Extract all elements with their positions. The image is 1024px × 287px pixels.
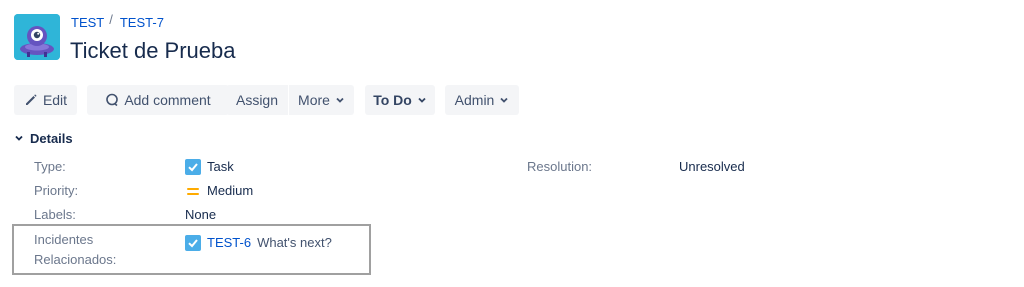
priority-medium-icon [185,183,201,199]
add-comment-button-label: Add comment [124,92,211,108]
task-icon [185,159,201,175]
linked-issue-summary-link[interactable]: What's next? [257,233,332,253]
linked-issues-label-line2: Relacionados: [34,252,117,267]
more-button-label: More [298,92,330,108]
chevron-down-icon [335,95,345,105]
task-icon [185,235,201,251]
status-transition-button[interactable]: To Do [365,85,435,115]
comment-icon [105,93,119,107]
breadcrumb-separator: / [109,12,113,27]
status-button-label: To Do [373,92,412,108]
admin-button[interactable]: Admin [445,85,519,115]
project-avatar [14,14,60,60]
linked-issue-item: TEST-6 What's next? [185,233,332,253]
details-section-toggle[interactable]: Details [14,131,73,146]
linked-issue-key-link[interactable]: TEST-6 [207,233,251,253]
labels-label: Labels: [34,207,76,222]
priority-value: Medium [185,181,253,201]
labels-value: None [185,207,217,222]
edit-button[interactable]: Edit [14,85,77,115]
admin-button-label: Admin [454,92,495,108]
breadcrumb: TEST / TEST-7 [71,12,164,31]
more-button[interactable]: More [289,85,354,115]
edit-button-label: Edit [42,92,68,108]
priority-value-text: Medium [207,183,254,198]
type-value-text: Task [207,159,234,174]
resolution-value: Unresolved [679,159,745,174]
page-title: Ticket de Prueba [70,38,236,63]
chevron-down-icon [14,131,24,146]
breadcrumb-project-link[interactable]: TEST [71,15,104,31]
chevron-down-icon [417,95,427,105]
linked-issues-label-line1: Incidentes [34,232,94,247]
breadcrumb-issue-link[interactable]: TEST-7 [120,15,164,31]
chevron-down-icon [499,95,509,105]
type-label: Type: [34,159,66,174]
add-comment-button[interactable]: Add comment [87,85,229,115]
pencil-icon [24,93,38,107]
priority-label: Priority: [34,183,79,198]
assign-button-label: Assign [235,92,279,108]
type-value: Task [185,157,234,177]
resolution-label: Resolution: [527,159,593,174]
details-section-title: Details [30,131,73,146]
assign-button[interactable]: Assign [226,85,288,115]
